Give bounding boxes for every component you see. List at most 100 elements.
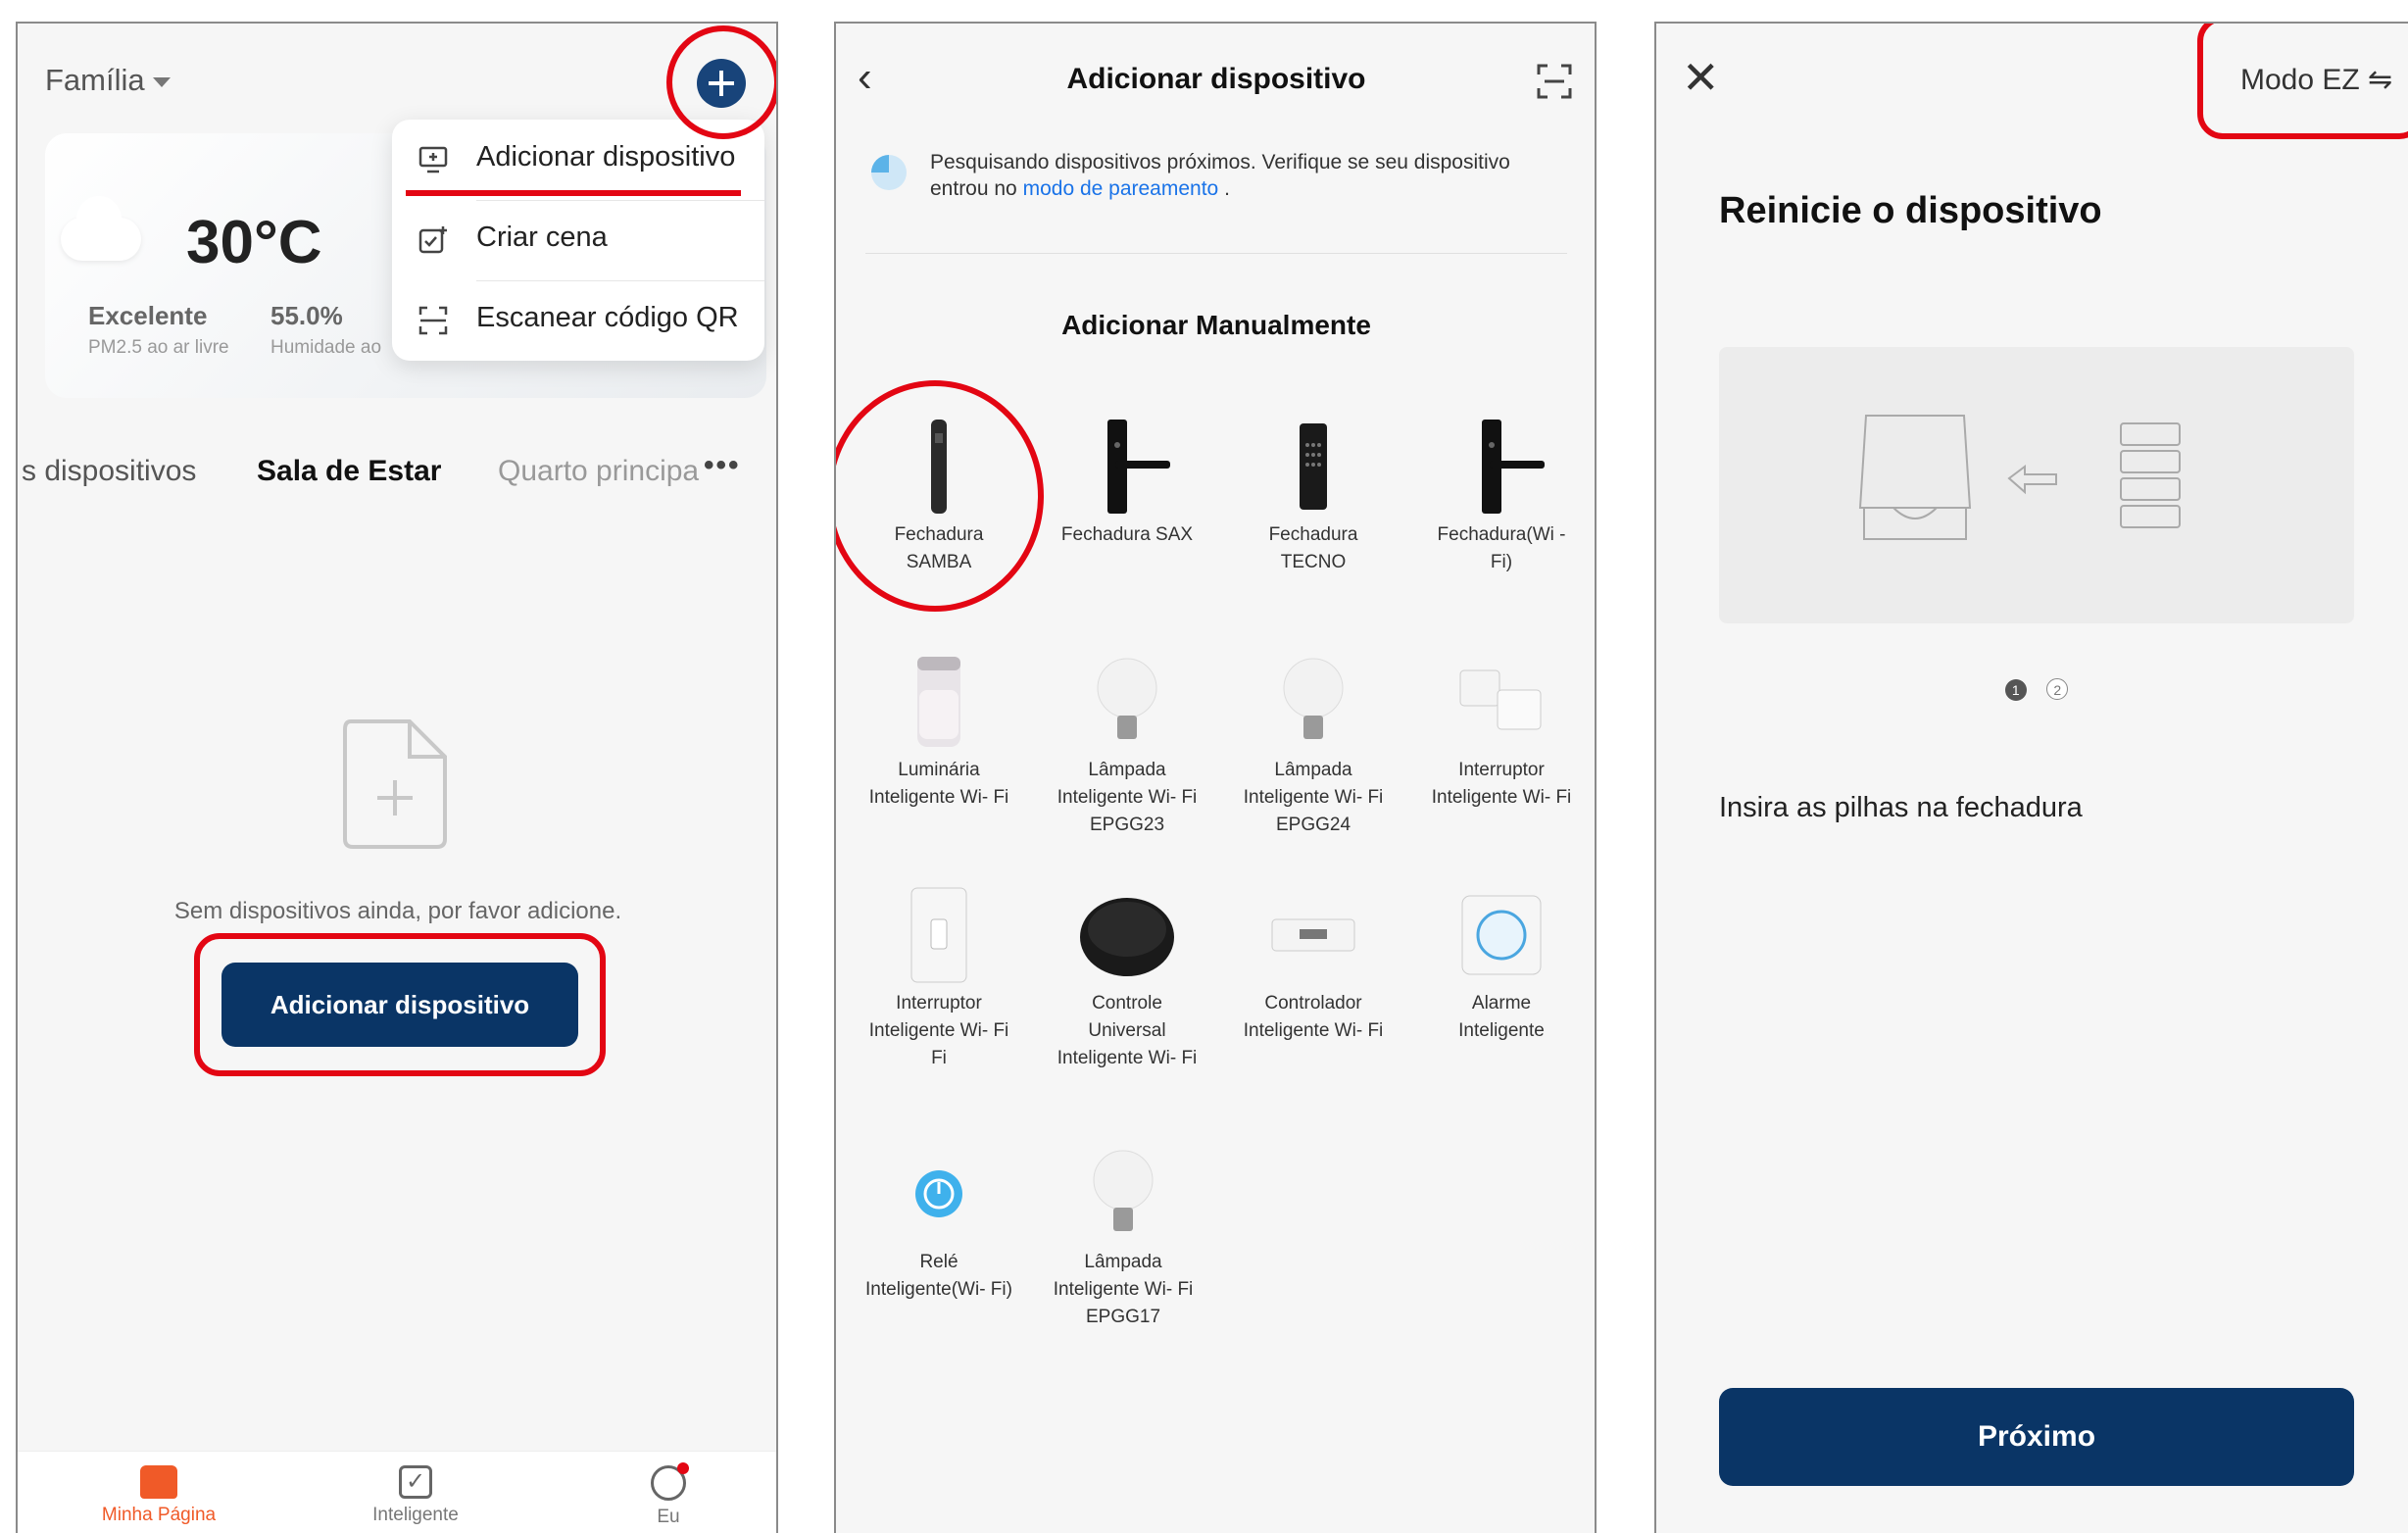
plug-switch-icon: [1450, 651, 1552, 753]
humidity-value: 55.0%: [270, 301, 343, 330]
smart-lock-icon: [1450, 416, 1552, 518]
device-name: Lâmpada Inteligente Wi- Fi EPGG23: [1057, 760, 1198, 835]
caret-down-icon: [152, 76, 171, 87]
create-scene-icon: [418, 224, 449, 256]
next-button[interactable]: Próximo: [1719, 1388, 2354, 1486]
humidity-label: Humidade ao: [270, 337, 382, 358]
home-icon: [140, 1465, 177, 1499]
ir-remote-hub-icon: [1076, 884, 1178, 986]
bottom-nav: Minha Página ✓ Inteligente Eu: [18, 1451, 776, 1533]
device-item[interactable]: Lâmpada Inteligente Wi- Fi EPGG17: [1050, 1143, 1197, 1331]
bulb-icon: [1262, 651, 1364, 753]
device-name: Interruptor Inteligente Wi- Fi: [1431, 760, 1572, 808]
device-item[interactable]: Relé Inteligente(Wi- Fi): [865, 1143, 1012, 1304]
device-name: Lâmpada Inteligente Wi- Fi EPGG24: [1243, 760, 1384, 835]
menu-item-create-scene[interactable]: Criar cena: [392, 200, 764, 280]
scan-icon[interactable]: [1536, 63, 1573, 100]
room-tabs: s dispositivos Sala de Estar Quarto prin…: [18, 449, 776, 504]
device-item[interactable]: Luminária Inteligente Wi- Fi: [865, 651, 1012, 812]
nav-smart[interactable]: ✓ Inteligente: [327, 1461, 504, 1526]
device-name: Alarme Inteligente: [1458, 993, 1545, 1041]
tab-living-room[interactable]: Sala de Estar: [257, 455, 441, 488]
nav-label: Inteligente: [372, 1505, 459, 1525]
device-item[interactable]: Interruptor Inteligente Wi- Fi Fi: [865, 884, 1012, 1072]
device-name: Lâmpada Inteligente Wi- Fi EPGG17: [1053, 1252, 1194, 1327]
bulb-icon: [1076, 651, 1178, 753]
instruction-text: Insira as pilhas na fechadura: [1719, 792, 2083, 823]
menu-item-scan-qr[interactable]: Escanear código QR: [392, 280, 764, 361]
device-name: Fechadura(Wi -Fi): [1437, 524, 1566, 572]
device-name: Controle Universal Inteligente Wi- Fi: [1057, 993, 1198, 1068]
reset-device-screen: ✕ Modo EZ ⇋ Reinicie o dispositivo 1 2 I…: [1654, 22, 2408, 1533]
device-item[interactable]: Fechadura SAX: [1054, 416, 1201, 549]
device-item[interactable]: Lâmpada Inteligente Wi- Fi EPGG24: [1240, 651, 1387, 839]
device-item[interactable]: Controlador Inteligente Wi- Fi: [1240, 884, 1387, 1045]
device-item[interactable]: Controle Universal Inteligente Wi- Fi: [1054, 884, 1201, 1072]
wall-switch-icon: [888, 884, 990, 986]
divider: [865, 253, 1567, 254]
device-name: Fechadura SAX: [1060, 524, 1194, 545]
alarm-icon: [1450, 884, 1552, 986]
lamp-icon: [888, 651, 990, 753]
close-icon[interactable]: ✕: [1682, 51, 1720, 104]
bulb-icon: [1072, 1143, 1174, 1245]
smart-lock-icon: [1262, 416, 1364, 518]
checkbox-icon: ✓: [399, 1465, 432, 1499]
radar-icon: [871, 155, 907, 190]
nav-label: Eu: [657, 1507, 680, 1527]
manual-heading: Adicionar Manualmente: [1061, 310, 1371, 340]
device-item[interactable]: Interruptor Inteligente Wi- Fi: [1428, 651, 1575, 812]
pairing-mode-link[interactable]: modo de pareamento: [1023, 177, 1219, 200]
qr-scan-icon: [418, 305, 449, 336]
profile-icon: [651, 1462, 689, 1501]
highlight-box: [2197, 24, 2408, 139]
notification-dot: [677, 1462, 689, 1474]
tab-all-devices[interactable]: s dispositivos: [22, 455, 196, 488]
device-item[interactable]: Lâmpada Inteligente Wi- Fi EPGG23: [1054, 651, 1201, 839]
search-end: .: [1224, 177, 1230, 200]
page-title: Reinicie o dispositivo: [1719, 190, 2102, 231]
relay-icon: [888, 1143, 990, 1245]
family-selector[interactable]: Família: [45, 63, 171, 98]
highlight-circle: [836, 380, 1044, 612]
temperature: 30°C: [186, 209, 322, 276]
highlight-circle: [666, 25, 776, 139]
add-device-icon: [418, 144, 449, 175]
nav-label: Minha Página: [101, 1505, 217, 1525]
device-name: Controlador Inteligente Wi- Fi: [1243, 993, 1384, 1041]
nav-my-page[interactable]: Minha Página: [71, 1461, 247, 1526]
step-dot: 2: [2046, 678, 2069, 700]
search-status: Pesquisando dispositivos próximos. Verif…: [930, 149, 1538, 202]
device-name: Relé Inteligente(Wi- Fi): [865, 1252, 1012, 1300]
nav-me[interactable]: Eu: [580, 1461, 757, 1528]
battery-illustration: [1719, 347, 2354, 623]
menu-item-label: Adicionar dispositivo: [476, 141, 736, 173]
add-device-screen: ‹ Adicionar dispositivo Pesquisando disp…: [834, 22, 1597, 1533]
air-quality-value: Excelente: [88, 301, 208, 330]
empty-message: Sem dispositivos ainda, por favor adicio…: [173, 898, 622, 924]
step-indicator: 1 2: [1656, 678, 2408, 701]
home-screen: Família 30°C Excelente PM2.5 ao ar livre…: [16, 22, 778, 1533]
step-dot-active: 1: [2004, 679, 2027, 701]
tab-main-bedroom[interactable]: Quarto principa: [498, 455, 699, 488]
family-label: Família: [45, 63, 145, 97]
more-icon[interactable]: •••: [704, 449, 741, 482]
cloud-icon: [61, 196, 141, 261]
device-name: Luminária Inteligente Wi- Fi: [868, 760, 1009, 808]
device-item[interactable]: Fechadura(Wi -Fi): [1428, 416, 1575, 576]
menu-item-label: Escanear código QR: [476, 302, 739, 333]
highlight-underline: [406, 190, 741, 196]
menu-item-label: Criar cena: [476, 222, 608, 253]
highlight-box: [194, 933, 606, 1076]
device-name: Interruptor Inteligente Wi- Fi Fi: [868, 993, 1009, 1068]
add-menu: Adicionar dispositivo Criar cena Escanea…: [392, 120, 764, 361]
controller-icon: [1262, 884, 1364, 986]
page-title: Adicionar dispositivo: [1066, 63, 1366, 95]
device-item[interactable]: Fechadura TECNO: [1240, 416, 1387, 576]
device-name: Fechadura TECNO: [1268, 524, 1358, 572]
empty-document-icon: [341, 717, 449, 851]
device-item[interactable]: Alarme Inteligente: [1428, 884, 1575, 1045]
smart-lock-icon: [1076, 416, 1178, 518]
search-text: Pesquisando dispositivos próximos. Verif…: [930, 151, 1510, 200]
air-quality-label: PM2.5 ao ar livre: [88, 337, 229, 358]
